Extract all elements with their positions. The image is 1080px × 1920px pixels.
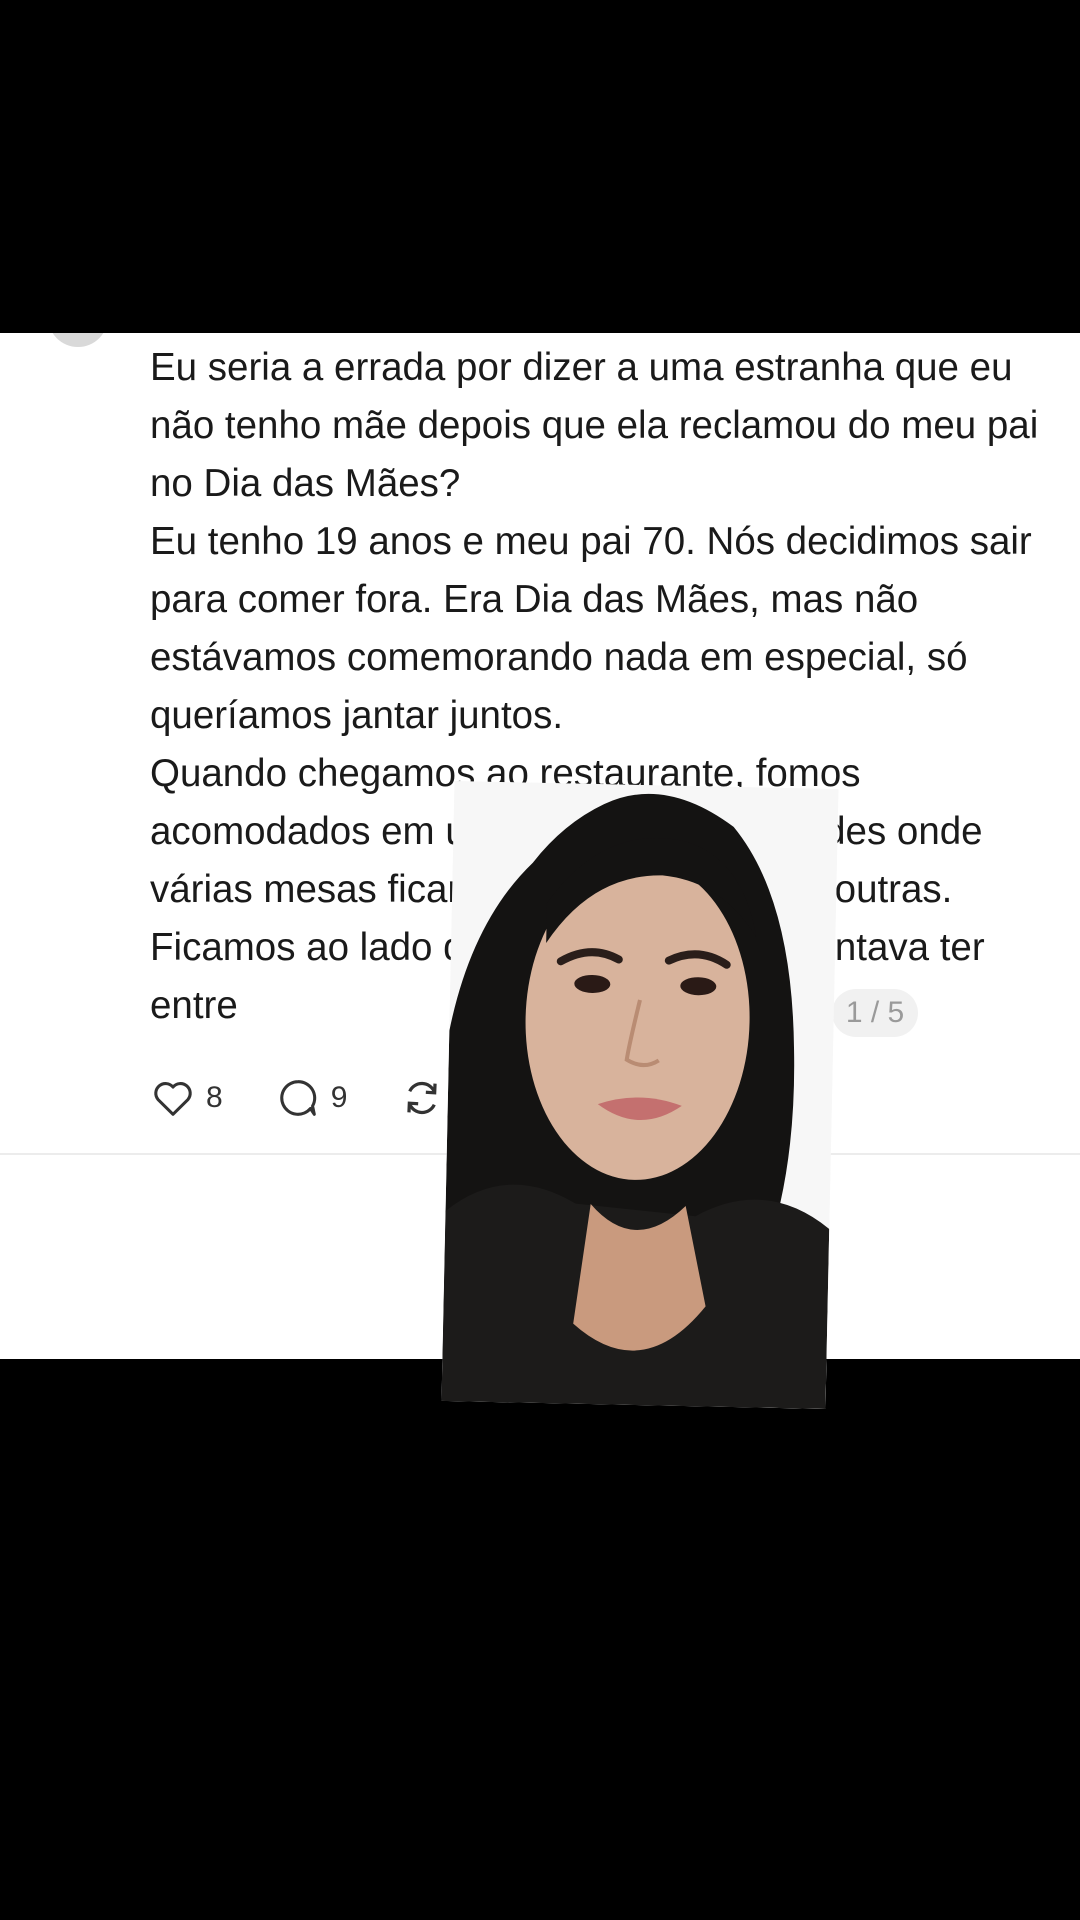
avatar[interactable] [48, 333, 108, 347]
webcam-overlay [441, 781, 839, 1409]
like-count: 8 [206, 1081, 223, 1114]
post-actions: 8 9 [150, 1073, 497, 1123]
comment-button[interactable]: 9 [275, 1075, 348, 1121]
post-paragraph-2: Eu tenho 19 anos e meu pai 70. Nós decid… [150, 520, 1032, 737]
comment-count: 9 [330, 1081, 348, 1114]
post-paragraph-1: Eu seria a errada por dizer a uma estran… [150, 346, 1039, 505]
presenter-image [441, 781, 839, 1409]
heart-icon [150, 1075, 196, 1121]
repost-button[interactable] [399, 1075, 445, 1121]
comment-bubble-icon [275, 1075, 321, 1121]
like-button[interactable]: 8 [150, 1075, 223, 1121]
username-cutoff [150, 333, 470, 335]
page-indicator: 1 / 5 [832, 989, 918, 1037]
repost-icon [399, 1075, 445, 1121]
